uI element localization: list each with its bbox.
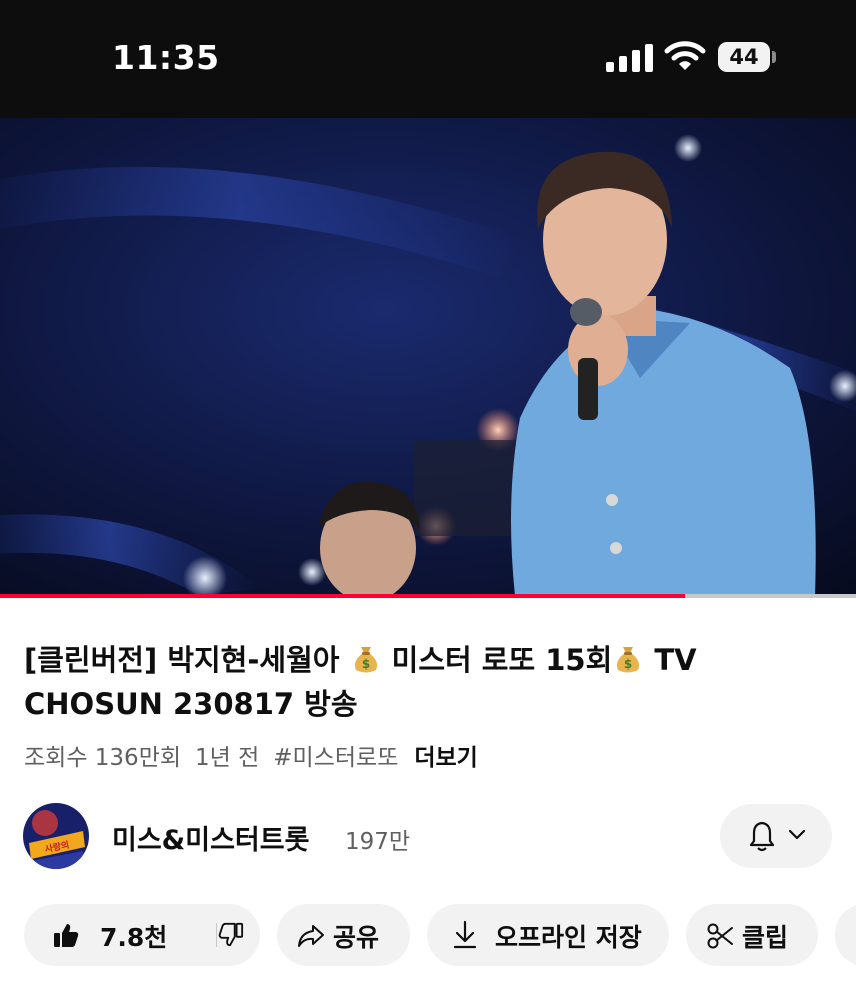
upload-age: 1년 전 <box>195 745 260 771</box>
notification-settings-button[interactable] <box>720 804 832 868</box>
signal-icon <box>606 44 653 72</box>
hashtag-link[interactable]: #미스터로또 <box>273 745 398 771</box>
video-meta: 조회수 136만회 1년 전 #미스터로또 더보기 <box>24 738 492 772</box>
svg-text:$: $ <box>361 657 369 671</box>
like-dislike-group: 7.8천 <box>24 904 260 966</box>
share-icon <box>298 925 324 947</box>
wifi-icon <box>664 41 706 70</box>
dislike-button[interactable] <box>218 904 260 966</box>
subscriber-count: 197만 <box>345 829 411 855</box>
video-player[interactable] <box>0 118 856 596</box>
video-info-panel: [클린버전] 박지현-세월아 $ 미스터 로또 15회 $ TV CHOSUN 2… <box>0 598 856 983</box>
more-actions-button[interactable] <box>835 904 856 966</box>
like-divider <box>216 923 217 947</box>
moneybag-icon: $ <box>354 647 377 673</box>
offline-save-label: 오프라인 저장 <box>495 923 642 952</box>
like-button[interactable]: 7.8천 <box>24 904 212 966</box>
like-icon <box>54 924 79 947</box>
clip-button[interactable]: 클립 <box>686 904 818 966</box>
channel-avatar[interactable]: 사랑의 <box>23 803 89 869</box>
clip-label: 클립 <box>742 923 789 952</box>
battery-icon: 44 <box>718 42 776 72</box>
status-bar: 11:35 44 <box>0 0 856 118</box>
view-count: 조회수 136만회 <box>24 745 182 771</box>
offline-save-button[interactable]: 오프라인 저장 <box>427 904 669 966</box>
title-text-part2: 미스터 로또 15회 <box>391 643 613 677</box>
bell-icon <box>749 821 775 852</box>
title-text-part1: [클린버전] 박지현-세월아 <box>24 643 350 677</box>
battery-level: 44 <box>729 45 759 69</box>
share-button[interactable]: 공유 <box>277 904 410 966</box>
like-count: 7.8천 <box>100 923 168 952</box>
status-time: 11:35 <box>112 38 220 77</box>
chevron-down-icon <box>788 829 806 840</box>
download-icon <box>453 920 477 949</box>
svg-text:$: $ <box>624 657 632 671</box>
video-frame <box>0 118 856 596</box>
channel-name[interactable]: 미스&미스터트롯 <box>112 818 309 857</box>
scissors-icon <box>707 923 733 949</box>
video-title[interactable]: [클린버전] 박지현-세월아 $ 미스터 로또 15회 $ TV CHOSUN 2… <box>24 638 824 726</box>
more-link[interactable]: 더보기 <box>414 745 477 771</box>
moneybag-icon: $ <box>617 647 640 673</box>
dislike-icon <box>218 922 244 947</box>
share-label: 공유 <box>333 923 380 952</box>
